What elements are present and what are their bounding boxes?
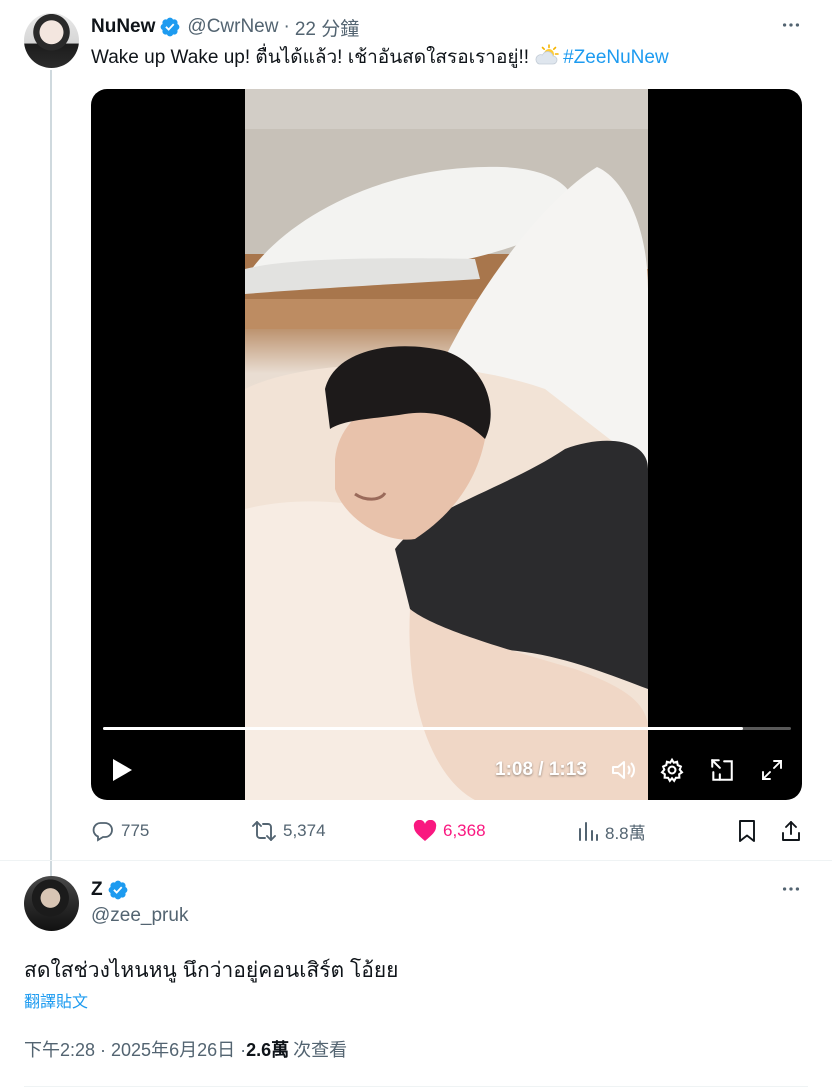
video-progress-bar[interactable] [103,727,791,730]
picture-in-picture-icon [711,759,733,781]
video-time-display: 1:08 / 1:13 [495,759,587,780]
like-button[interactable]: 6,368 [413,816,486,846]
video-frame [245,89,648,800]
bookmark-button[interactable] [736,816,764,846]
reply-views-label: 次查看 [293,1040,348,1060]
settings-button[interactable] [657,755,687,785]
verified-badge-icon [161,17,180,37]
fullscreen-icon [762,760,782,780]
reply-header: Z [91,877,135,903]
verified-badge-icon [108,880,128,900]
views-count: 8.8萬 [605,823,646,843]
bottom-divider [24,1086,808,1087]
tweet-time[interactable]: 22 分鐘 [295,14,359,41]
video-progress-fill [103,727,743,730]
hashtag-link[interactable]: #ZeeNuNew [563,47,669,68]
share-icon [782,821,800,841]
picture-in-picture-button[interactable] [707,755,737,785]
bookmark-icon [739,820,755,842]
volume-icon [612,761,635,779]
author-handle[interactable]: @CwrNew [187,16,278,38]
reply-icon [92,822,113,842]
repost-icon [252,821,276,841]
share-button[interactable] [779,816,809,846]
repost-count: 5,374 [283,821,326,840]
repost-button[interactable]: 5,374 [251,816,326,846]
thread-connector-line [50,70,52,878]
heart-filled-icon [413,820,437,841]
reply-more-options-icon[interactable] [778,876,804,902]
play-icon [113,759,132,781]
tweet-header: NuNew @CwrNew · 22 分鐘 [91,14,359,40]
author-name[interactable]: NuNew [91,16,155,38]
more-options-icon[interactable] [778,12,804,38]
views-chart-icon [579,822,598,841]
reply-views-count: 2.6萬 [246,1040,290,1060]
tweet-body: Wake up Wake up! ตื่นได้แล้ว! เช้าอันสดใ… [91,47,530,68]
views-button[interactable]: 8.8萬 [577,816,646,846]
separator-dot: · [283,16,290,37]
tweet-text: Wake up Wake up! ตื่นได้แล้ว! เช้าอันสดใ… [91,44,669,72]
reply-metadata: 下午2:28 · 2025年6月26日 · 2.6萬 次查看 [24,1036,347,1062]
tweet-actions-bar: 775 5,374 6,368 8.8萬 [91,816,802,846]
reply-count: 775 [121,821,150,840]
reply-timestamp[interactable]: 下午2:28 · 2025年6月26日 · [24,1036,246,1062]
section-divider [0,860,832,861]
reply-author-avatar[interactable] [24,876,79,931]
reply-author-name[interactable]: Z [91,879,103,901]
settings-icon [660,757,684,783]
reply-author-handle[interactable]: @zee_pruk [91,905,188,927]
fullscreen-button[interactable] [757,755,787,785]
reply-button[interactable]: 775 [91,816,149,846]
video-player[interactable]: 1:08 / 1:13 [91,89,802,800]
volume-button[interactable] [609,755,639,785]
author-avatar[interactable] [24,13,79,68]
translate-post-link[interactable]: 翻譯貼文 [24,988,88,1012]
sun-behind-cloud-icon [535,44,559,65]
play-button[interactable] [107,755,137,785]
like-count: 6,368 [443,821,486,840]
reply-text: สดใสช่วงไหนหนู นึกว่าอยู่คอนเสิร์ต โอ้ยย [24,959,399,982]
video-still-image [245,89,648,800]
